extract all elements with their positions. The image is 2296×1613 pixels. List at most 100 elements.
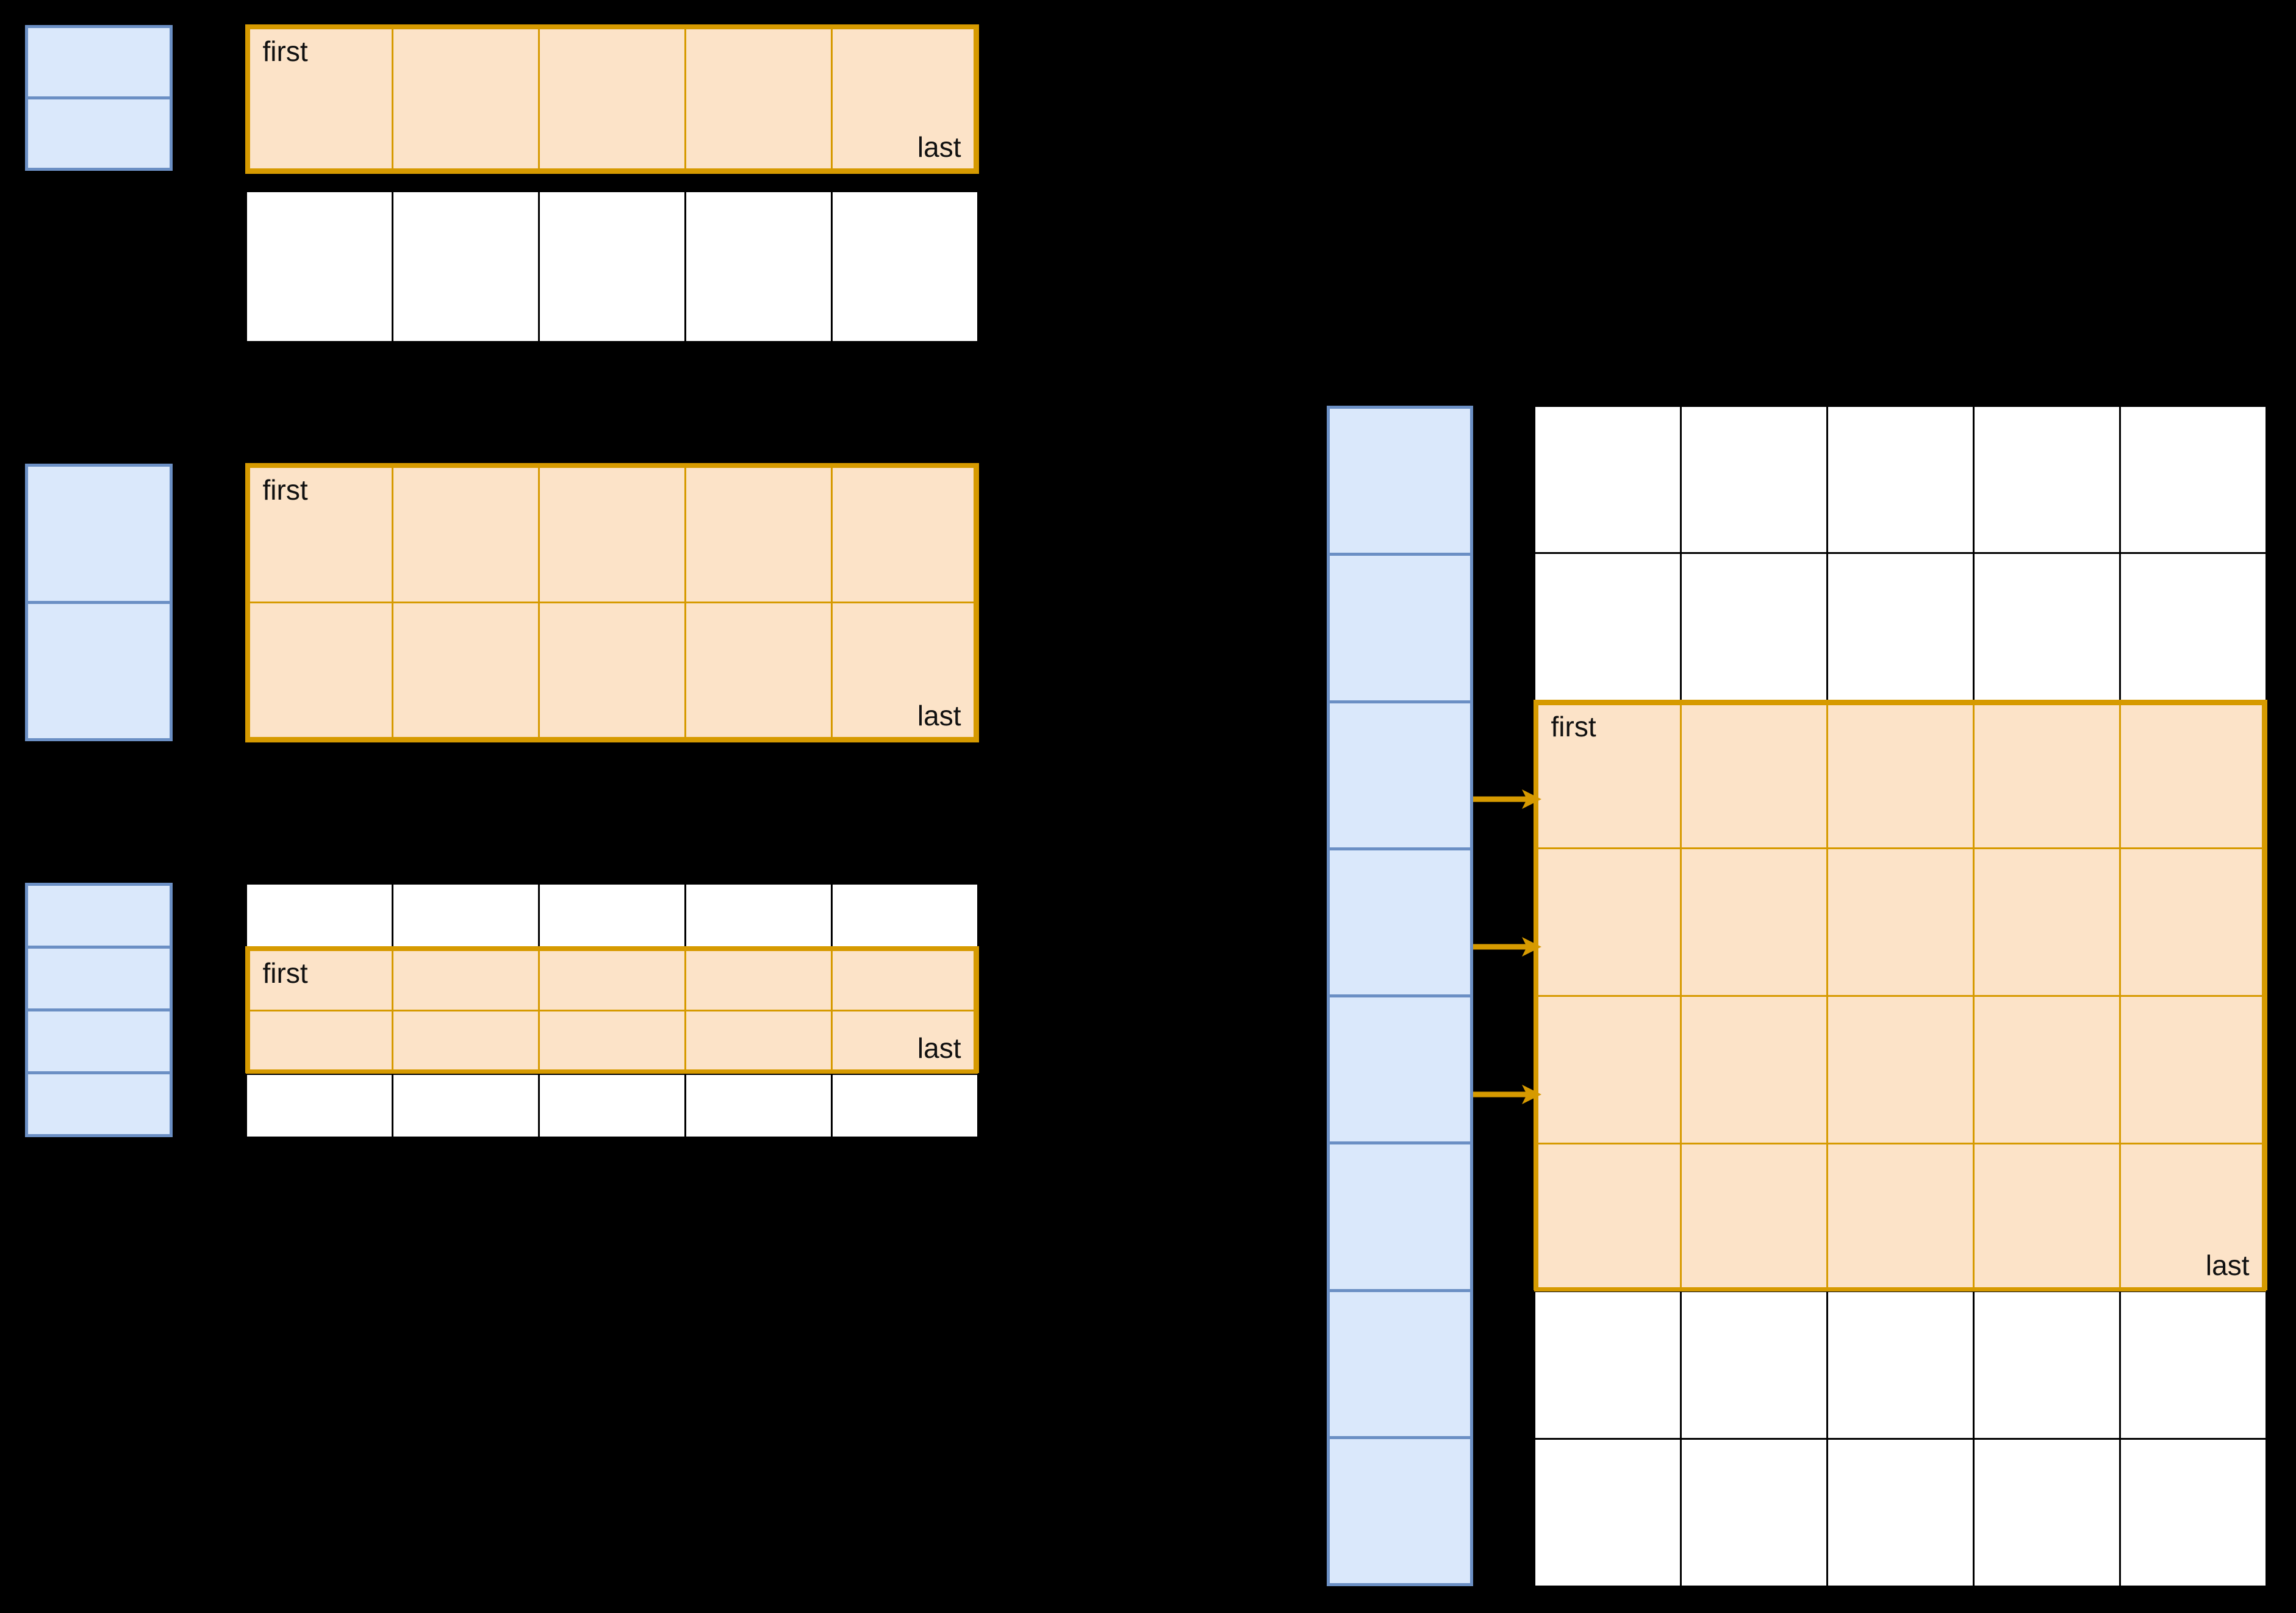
grid-cell[interactable] [1679,847,1828,997]
grid-cell[interactable] [830,1072,979,1138]
grid-cell[interactable] [391,1009,540,1075]
grid-cell[interactable] [1826,847,1975,997]
index-cell[interactable] [1330,1291,1470,1439]
grid-cell[interactable] [684,602,833,742]
grid-cell[interactable] [391,1072,540,1138]
grid-cell[interactable] [1533,1290,1682,1440]
grid-cell[interactable] [245,190,393,343]
grid-cell[interactable] [391,24,540,174]
grid-cell[interactable] [830,882,979,948]
grid-cell[interactable] [1826,1437,1975,1587]
grid-cell[interactable] [1679,995,1828,1144]
grid-cell[interactable] [684,24,833,174]
index-cell[interactable] [28,604,170,738]
index-cell[interactable] [1330,556,1470,703]
grid-cell[interactable] [391,190,540,343]
grid-cell[interactable] [2118,847,2267,997]
grid-cell[interactable] [1533,1142,1682,1292]
grid-cell[interactable] [1972,1142,2121,1292]
index-cell[interactable] [28,886,170,949]
grid-cell[interactable] [1826,552,1975,702]
grid-cell[interactable] [1972,404,2121,555]
grid-cell[interactable]: last [830,602,979,742]
grid-cell[interactable] [684,946,833,1011]
panel-1-index-column [25,25,173,171]
grid-cell[interactable] [2118,700,2267,850]
grid-cell[interactable] [1679,552,1828,702]
grid-cell[interactable] [537,190,686,343]
index-cell[interactable] [1330,850,1470,997]
grid-cell[interactable] [1972,1437,2121,1587]
grid-cell[interactable] [1826,1290,1975,1440]
grid-cell[interactable] [1533,552,1682,702]
grid-cell[interactable] [1972,995,2121,1144]
grid-cell[interactable] [537,882,686,948]
grid-cell[interactable] [537,602,686,742]
grid-cell[interactable] [1679,404,1828,555]
index-cell[interactable] [1330,997,1470,1145]
grid-cell[interactable] [2118,1437,2267,1587]
panel-1-grid-selected-row: first last [245,24,979,174]
grid-cell[interactable] [1533,995,1682,1144]
grid-cell[interactable] [684,190,833,343]
index-cell[interactable] [1330,703,1470,850]
grid-cell[interactable] [1679,1142,1828,1292]
grid-cell[interactable] [245,882,393,948]
index-cell[interactable] [1330,409,1470,556]
grid-cell[interactable] [1826,404,1975,555]
index-cell[interactable] [1330,1144,1470,1292]
index-cell[interactable] [28,949,170,1011]
grid-cell[interactable]: first [1533,700,1682,850]
grid-cell[interactable] [684,462,833,603]
grid-cell[interactable]: first [245,946,393,1011]
grid-cell[interactable] [684,1009,833,1075]
grid-cell[interactable] [245,1072,393,1138]
grid-cell[interactable] [684,882,833,948]
grid-cell[interactable] [537,1072,686,1138]
grid-cell[interactable] [1972,552,2121,702]
grid-cell[interactable] [391,882,540,948]
index-cell[interactable] [28,1074,170,1134]
grid-cell[interactable] [2118,404,2267,555]
grid-cell[interactable] [830,462,979,603]
index-cell[interactable] [28,99,170,168]
index-to-row-arrow [1473,935,1541,959]
index-cell[interactable] [28,1011,170,1074]
grid-cell[interactable]: first [245,24,393,174]
grid-cell[interactable] [537,462,686,603]
index-cell[interactable] [28,28,170,99]
grid-cell[interactable] [1679,700,1828,850]
grid-cell[interactable] [537,24,686,174]
grid-cell[interactable] [537,946,686,1011]
grid-cell[interactable] [245,602,393,742]
grid-cell[interactable] [684,1072,833,1138]
last-label: last [2205,1249,2250,1281]
grid-cell[interactable]: last [830,1009,979,1075]
grid-cell[interactable] [391,602,540,742]
grid-cell[interactable] [1972,700,2121,850]
grid-cell[interactable] [1679,1290,1828,1440]
grid-cell[interactable] [1679,1437,1828,1587]
index-cell[interactable] [1330,1439,1470,1583]
grid-cell[interactable] [2118,1290,2267,1440]
grid-cell[interactable] [1826,700,1975,850]
grid-cell[interactable] [1533,404,1682,555]
grid-cell[interactable] [2118,995,2267,1144]
grid-cell[interactable] [1972,1290,2121,1440]
grid-cell[interactable] [537,1009,686,1075]
grid-cell[interactable] [1826,995,1975,1144]
grid-cell[interactable]: last [2118,1142,2267,1292]
grid-cell[interactable] [391,946,540,1011]
grid-cell[interactable] [1533,1437,1682,1587]
grid-cell[interactable] [830,190,979,343]
grid-cell[interactable]: last [830,24,979,174]
grid-cell[interactable] [830,946,979,1011]
grid-cell[interactable]: first [245,462,393,603]
grid-cell[interactable] [1826,1142,1975,1292]
grid-cell[interactable] [1972,847,2121,997]
grid-cell[interactable] [391,462,540,603]
grid-cell[interactable] [2118,552,2267,702]
index-cell[interactable] [28,467,170,604]
grid-cell[interactable] [245,1009,393,1075]
grid-cell[interactable] [1533,847,1682,997]
